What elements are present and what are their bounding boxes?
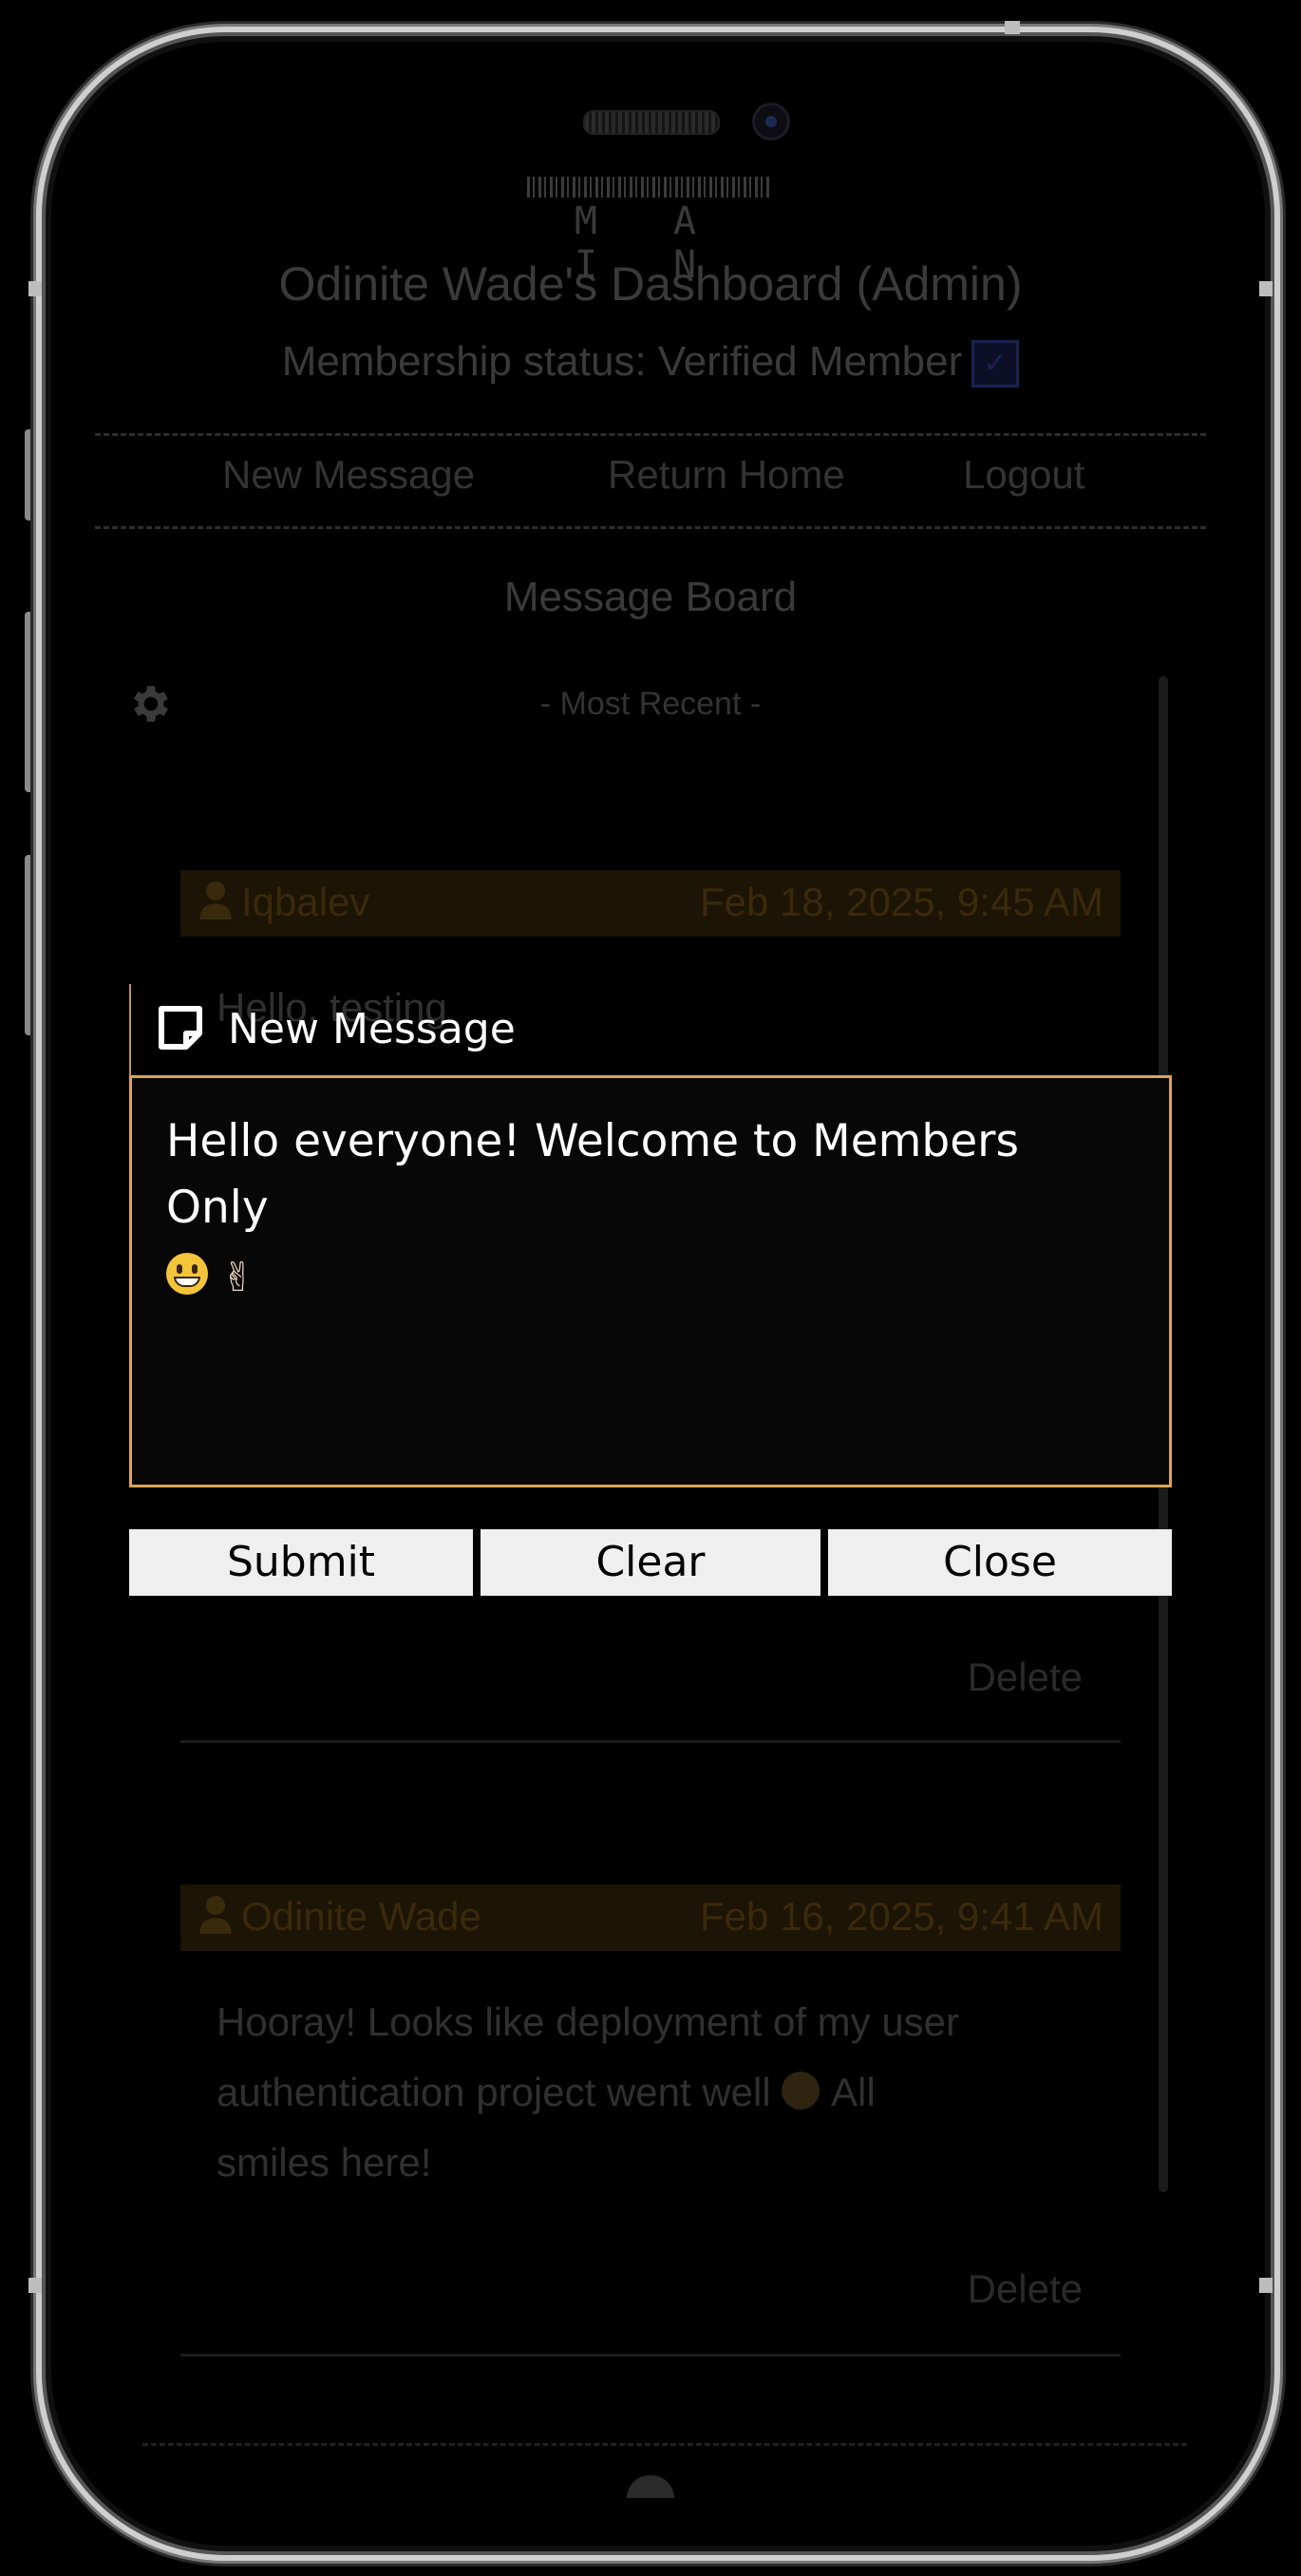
victory-hand-emoji: ✌ [221,1254,255,1300]
message-body-text: authentication project went well [217,2070,771,2114]
membership-status: Membership status: Verified Member ✓ [0,338,1301,388]
page-title: Odinite Wade's Dashboard (Admin) [278,257,1023,311]
message-body: Hooray! Looks like deployment of my user… [217,1987,1052,2198]
nav-logout[interactable]: Logout [963,452,1084,498]
footer-icon [627,2475,674,2498]
nav-new-message[interactable]: New Message [222,452,475,498]
message-header: Odinite Wade Feb 16, 2025, 9:41 AM [180,1885,1121,1951]
nav-divider-top [95,433,1206,436]
message-author-name: Odinite Wade [241,1894,481,1939]
sort-label: - Most Recent - [539,686,762,722]
footer-divider [142,2443,1187,2446]
user-icon [199,881,232,919]
membership-status-text: Membership status: Verified Member [281,338,963,385]
delete-button[interactable]: Delete [968,2266,1083,2312]
message-date: Feb 18, 2025, 9:45 AM [700,880,1103,924]
screen: M A I N Odinite Wade's Dashboard (Admin)… [0,0,1301,2576]
message-author: Odinite Wade [199,1894,481,1940]
message-body-line: authentication project went well All [217,2057,1052,2128]
user-icon [199,1896,232,1934]
message-author-name: Iqbalev [241,880,370,924]
modal-title: New Message [228,1005,516,1053]
message-date: Feb 16, 2025, 9:41 AM [700,1894,1103,1939]
message-body-text: All [831,2070,876,2114]
logo-barcode [527,177,770,198]
smile-emoji [782,2072,820,2110]
message-textarea[interactable]: Hello everyone! Welcome to Members Only … [129,1075,1172,1487]
message-divider [180,2354,1121,2357]
nav-divider-bottom [95,526,1206,529]
modal-border [129,984,131,1077]
message-body-line: smiles here! [217,2140,432,2185]
grinning-face-emoji [166,1253,208,1295]
submit-button[interactable]: Submit [129,1529,473,1596]
message-author: Iqbalev [199,880,369,925]
verified-icon: ✓ [971,340,1020,388]
clear-button[interactable]: Clear [481,1529,820,1596]
close-button[interactable]: Close [828,1529,1172,1596]
message-divider [180,1740,1121,1743]
note-icon [159,1006,202,1050]
textarea-text: Hello everyone! Welcome to Members Only [166,1115,1019,1234]
delete-button[interactable]: Delete [968,1655,1083,1700]
board-title: Message Board [503,574,798,620]
message-header: Iqbalev Feb 18, 2025, 9:45 AM [180,870,1121,937]
nav-return-home[interactable]: Return Home [608,452,845,498]
message-body-line: Hooray! Looks like deployment of my user [217,1999,960,2044]
